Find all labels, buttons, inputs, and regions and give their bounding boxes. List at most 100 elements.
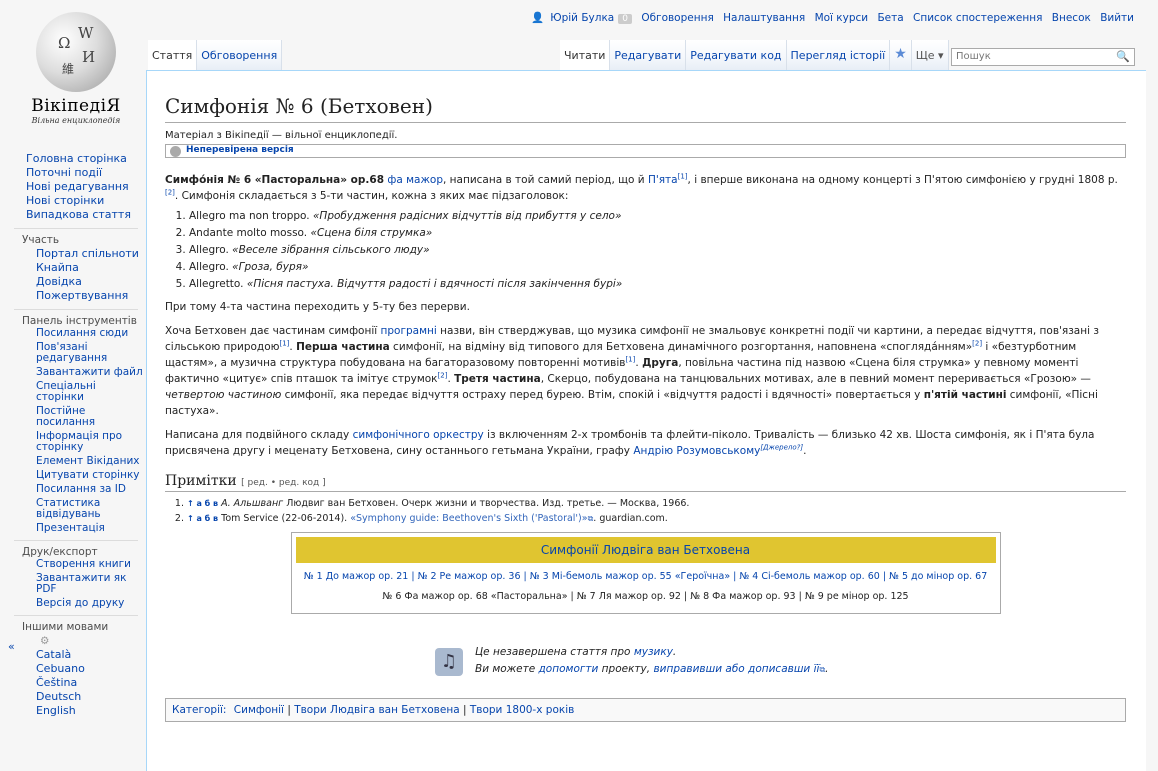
unchecked-version-banner[interactable]: Неперевірена версія xyxy=(165,144,1126,158)
tab-edit[interactable]: Редагувати xyxy=(610,40,687,70)
text: симфонії, яка передає відчуття остраху п… xyxy=(281,389,924,401)
sidebar-item-by-id[interactable]: Посилання за ID xyxy=(0,484,146,495)
sidebar-item-community[interactable]: Портал спільноти xyxy=(0,247,146,261)
section-heading-notes: Примітки [ ред. • ред. код ] xyxy=(165,473,1126,492)
sidebar-section-participation[interactable]: Участь xyxy=(14,228,138,247)
navbox-row-links[interactable]: № 6 Фа мажор ор. 68 «Пасторальна» | № 7 … xyxy=(382,591,908,602)
personal-tools: 👤 Юрій Булка 0 Обговорення Налаштування Мо… xyxy=(531,11,1134,24)
link-razumovsky[interactable]: Андрію Розумовському xyxy=(633,445,760,457)
search-icon[interactable]: 🔍 xyxy=(1116,50,1130,63)
tab-article[interactable]: Стаття xyxy=(148,40,198,70)
watchlist-link[interactable]: Список спостереження xyxy=(913,12,1042,24)
link-fifth[interactable]: П'ята xyxy=(648,174,678,186)
external-link[interactable]: «Symphony guide: Beethoven's Sixth ('Pas… xyxy=(350,513,587,524)
category-link[interactable]: Твори Людвіга ван Бетховена xyxy=(294,704,459,716)
tab-history-label[interactable]: Перегляд історії xyxy=(791,49,886,62)
link-help[interactable]: допомогти xyxy=(539,663,599,675)
ref-link[interactable]: [1] xyxy=(279,340,289,348)
link-edit-article[interactable]: виправивши або дописавши її xyxy=(653,663,819,675)
tempo: Allegro. xyxy=(189,261,229,273)
logout-link[interactable]: Вийти xyxy=(1100,12,1134,24)
categories-label[interactable]: Категорії: xyxy=(172,704,226,716)
user-link[interactable]: Юрій Булка xyxy=(550,12,614,24)
navbox-row[interactable]: № 6 Фа мажор ор. 68 «Пасторальна» | № 7 … xyxy=(292,587,1000,613)
sidebar-item-permalink[interactable]: Постійне посилання xyxy=(0,406,146,428)
sidebar-item-wikidata[interactable]: Елемент Вікіданих xyxy=(0,456,146,467)
citation-needed-link[interactable]: [Джерело?] xyxy=(760,444,803,452)
preferences-link[interactable]: Налаштування xyxy=(723,12,805,24)
sidebar-item-recent-changes[interactable]: Нові редагування xyxy=(0,180,146,194)
link-orchestra[interactable]: симфонічного оркестру xyxy=(353,429,484,441)
movements-list: Allegro ma non troppo. «Пробудження раді… xyxy=(189,208,1126,293)
tab-read[interactable]: Читати xyxy=(560,40,611,70)
link-f-major[interactable]: фа мажор xyxy=(387,174,443,186)
link-programme[interactable]: програмні xyxy=(381,325,437,337)
notifications-badge[interactable]: 0 xyxy=(618,14,632,24)
backref-links[interactable]: ↑ а б в xyxy=(187,499,218,508)
sidebar-item-printable[interactable]: Версія до друку xyxy=(0,598,146,609)
lang-link[interactable]: Čeština xyxy=(0,676,146,690)
category-link[interactable]: Симфонії xyxy=(234,704,284,716)
sidebar-item-create-book[interactable]: Створення книги xyxy=(0,559,146,570)
navbox-title[interactable]: Симфонії Людвіга ван Бетховена xyxy=(295,537,996,563)
sidebar-item-village-pump[interactable]: Кнайпа xyxy=(0,261,146,275)
sidebar-item-help[interactable]: Довідка xyxy=(0,275,146,289)
more-menu[interactable]: Ще ▾ xyxy=(911,40,949,70)
stub-line: Ви можете допомогти проекту, виправивши … xyxy=(475,661,1126,678)
text: . xyxy=(672,646,677,658)
tab-edit-source-label[interactable]: Редагувати код xyxy=(690,49,781,62)
text: симфонії, на відміну від типового для Бе… xyxy=(389,341,973,353)
tab-edit-source[interactable]: Редагувати код xyxy=(686,40,787,70)
wikipedia-logo[interactable]: Ω W И 維 ВікіпедіЯ Вільна енциклопедія xyxy=(14,8,134,128)
navbox-row[interactable]: № 1 До мажор ор. 21 | № 2 Ре мажор ор. 3… xyxy=(292,567,1000,587)
category-link[interactable]: Твори 1800-х років xyxy=(470,704,574,716)
search-input[interactable]: Пошук 🔍 xyxy=(951,48,1135,66)
sidebar-item-upload[interactable]: Завантажити файл xyxy=(0,367,146,378)
backref-links[interactable]: ↑ а б в xyxy=(187,514,218,523)
tab-talk[interactable]: Обговорення xyxy=(197,40,283,70)
sidebar-item-what-links-here[interactable]: Посилання сюди xyxy=(0,328,146,339)
ref-link[interactable]: [1] xyxy=(625,356,635,364)
sidebar-section-tools[interactable]: Панель інструментів xyxy=(14,309,138,328)
sidebar-item-related-changes[interactable]: Пов'язані редагування xyxy=(0,342,146,364)
ref-link[interactable]: [2] xyxy=(165,189,175,197)
sidebar-item-presentation[interactable]: Презентація xyxy=(0,523,146,534)
sidebar-item-new-pages[interactable]: Нові сторінки xyxy=(0,194,146,208)
ref-link[interactable]: [2] xyxy=(438,372,448,380)
lang-link[interactable]: Cebuano xyxy=(0,662,146,676)
lang-link[interactable]: Deutsch xyxy=(0,690,146,704)
sidebar-item-download-pdf[interactable]: Завантажити як PDF xyxy=(0,573,146,595)
watch-star-icon[interactable]: ★ xyxy=(890,40,912,70)
sidebar-item-cite[interactable]: Цитувати сторінку xyxy=(0,470,146,481)
collapse-sidebar-icon[interactable]: « xyxy=(8,640,15,653)
section-edit-links[interactable]: [ ред. • ред. код ] xyxy=(241,478,325,488)
tab-edit-label[interactable]: Редагувати xyxy=(614,49,681,62)
beta-link[interactable]: Бета xyxy=(877,12,903,24)
contributions-link[interactable]: Внесок xyxy=(1052,12,1091,24)
talk-link[interactable]: Обговорення xyxy=(641,12,713,24)
sidebar-section-print[interactable]: Друк/експорт xyxy=(14,540,138,559)
sidebar-item-stats[interactable]: Статистика відвідувань xyxy=(0,498,146,520)
gear-icon[interactable]: ⚙ xyxy=(40,635,49,647)
sidebar-item-page-info[interactable]: Інформація про сторінку xyxy=(0,431,146,453)
sidebar-item-current-events[interactable]: Поточні події xyxy=(0,166,146,180)
unchecked-link[interactable]: Неперевірена версія xyxy=(186,145,294,155)
ref-link[interactable]: [2] xyxy=(972,340,982,348)
tab-talk-label[interactable]: Обговорення xyxy=(201,49,277,62)
paragraph: Хоча Бетховен дає частинам симфонії прог… xyxy=(165,323,1126,419)
navbox-title-link[interactable]: Симфонії Людвіга ван Бетховена xyxy=(541,543,750,557)
lang-link[interactable]: Català xyxy=(0,648,146,662)
sidebar-section-languages[interactable]: Іншими мовами ⚙ xyxy=(14,615,138,648)
bold: Друга xyxy=(642,357,679,369)
sidebar-item-main-page[interactable]: Головна сторінка xyxy=(0,152,146,166)
link-music[interactable]: музику xyxy=(634,646,673,658)
lang-link[interactable]: English xyxy=(0,704,146,718)
tab-history[interactable]: Перегляд історії xyxy=(786,40,891,70)
navbox-row-links[interactable]: № 1 До мажор ор. 21 | № 2 Ре мажор ор. 3… xyxy=(304,571,988,582)
ref-text: Tom Service (22-06-2014). xyxy=(221,513,351,524)
ref-link[interactable]: [1] xyxy=(678,173,688,181)
courses-link[interactable]: Мої курси xyxy=(815,12,869,24)
sidebar-item-special-pages[interactable]: Спеціальні сторінки xyxy=(0,381,146,403)
sidebar-item-random[interactable]: Випадкова стаття xyxy=(0,208,146,222)
sidebar-item-donate[interactable]: Пожертвування xyxy=(0,289,146,303)
